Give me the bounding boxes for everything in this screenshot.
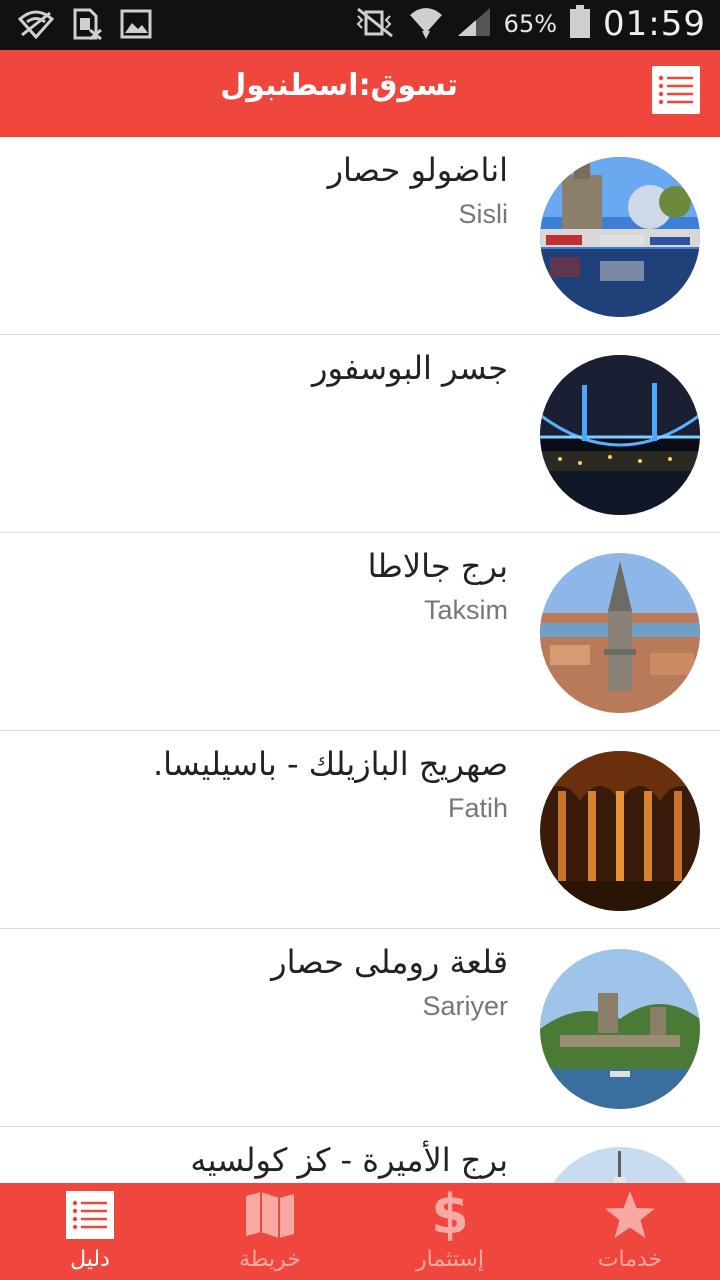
image-icon	[120, 9, 152, 43]
map-icon	[246, 1192, 294, 1238]
place-district: Sariyer	[422, 991, 508, 1021]
battery-percent: 65%	[503, 10, 558, 38]
nav-map[interactable]: خريطة	[180, 1183, 360, 1280]
app-bar: تسوق:اسطنبول	[0, 50, 720, 137]
clock: 01:59	[603, 4, 706, 44]
nav-invest[interactable]: $ إستثمار	[360, 1183, 540, 1280]
place-title: برج الأميرة - كز كولسيه	[190, 1141, 508, 1179]
places-list: اناضولو حصار Sisli جسر البوسفور برج جالا…	[0, 137, 720, 1183]
nav-guide[interactable]: دليل	[0, 1183, 180, 1280]
status-bar: 65% 01:59	[0, 0, 720, 50]
place-thumbnail	[540, 553, 700, 713]
place-district: Sisli	[458, 199, 508, 229]
nav-guide-label: دليل	[70, 1247, 110, 1272]
signal-icon	[456, 6, 492, 42]
place-title: برج جالاطا	[367, 547, 508, 585]
place-title: قلعة روملى حصار	[271, 943, 508, 981]
page-title: تسوق:اسطنبول	[220, 68, 458, 103]
nav-services-label: خدمات	[597, 1247, 663, 1272]
place-thumbnail	[540, 157, 700, 317]
star-icon	[605, 1191, 655, 1238]
place-title: صهريج البازيلك - باسيليسا.	[152, 745, 508, 783]
place-thumbnail	[540, 1147, 700, 1183]
list-item[interactable]: برج الأميرة - كز كولسيه	[0, 1127, 720, 1183]
place-thumbnail	[540, 949, 700, 1109]
sim-off-icon	[72, 8, 102, 44]
bottom-navigation: دليل خريطة $ إستثمار خدمات	[0, 1183, 720, 1280]
list-item[interactable]: قلعة روملى حصار Sariyer	[0, 929, 720, 1127]
status-right-icons: 65% 01:59	[352, 4, 706, 44]
menu-button[interactable]	[652, 66, 700, 114]
battery-icon	[569, 5, 591, 43]
dollar-icon: $	[431, 1183, 469, 1246]
place-district: Fatih	[447, 793, 508, 823]
place-thumbnail	[540, 751, 700, 911]
nav-services[interactable]: خدمات	[540, 1183, 720, 1280]
list-icon	[658, 75, 693, 105]
nav-invest-label: إستثمار	[416, 1247, 484, 1272]
list-icon	[66, 1191, 114, 1239]
status-left-icons	[17, 8, 152, 44]
place-thumbnail	[540, 355, 700, 515]
nav-map-label: خريطة	[239, 1247, 301, 1272]
place-district: Taksim	[423, 595, 508, 625]
place-title: اناضولو حصار	[327, 151, 508, 189]
wifi-off-icon	[17, 9, 55, 43]
list-item[interactable]: برج جالاطا Taksim	[0, 533, 720, 731]
wifi-icon	[408, 5, 444, 43]
vibrate-mute-icon	[352, 6, 396, 42]
list-item[interactable]: جسر البوسفور	[0, 335, 720, 533]
place-title: جسر البوسفور	[312, 349, 508, 387]
list-item[interactable]: صهريج البازيلك - باسيليسا. Fatih	[0, 731, 720, 929]
list-item[interactable]: اناضولو حصار Sisli	[0, 137, 720, 335]
